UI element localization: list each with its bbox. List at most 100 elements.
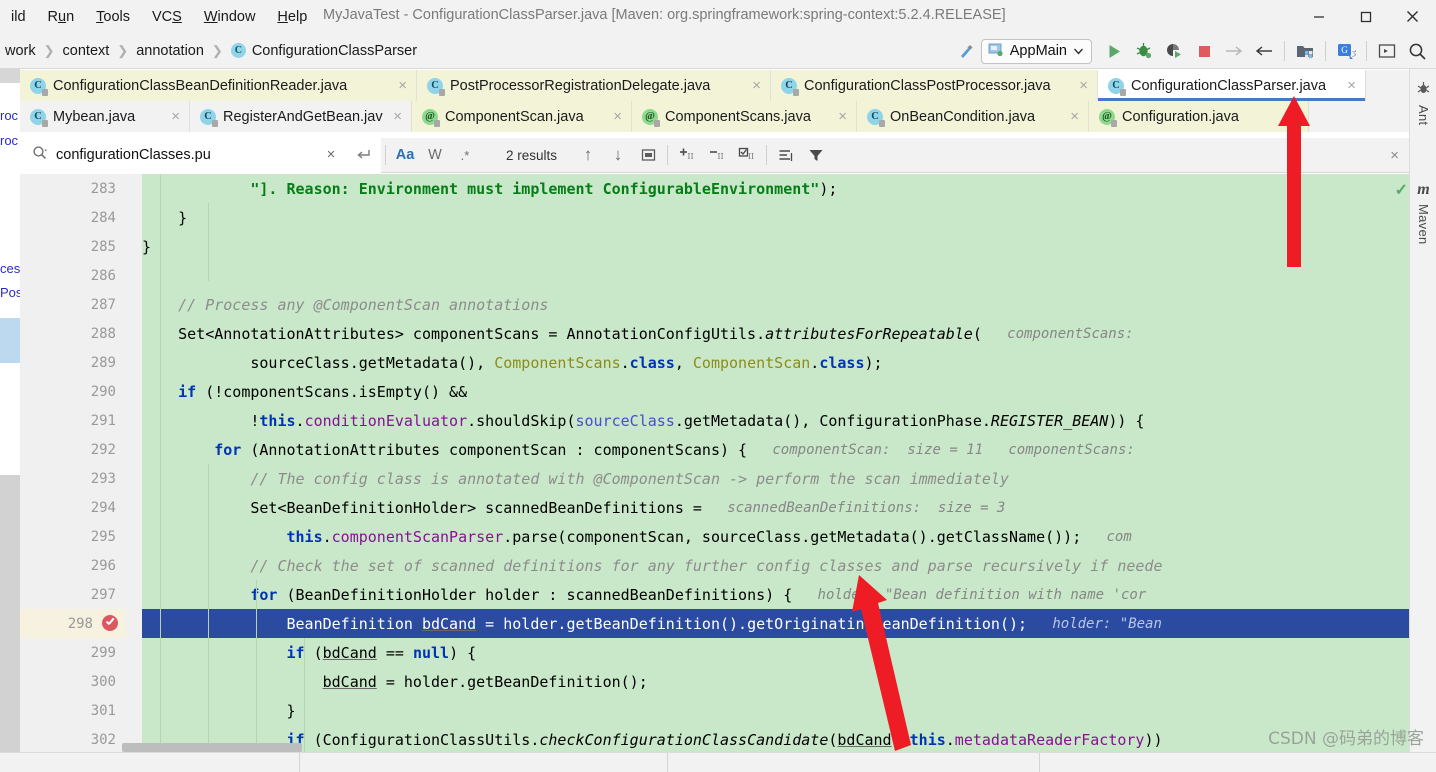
code-line[interactable]: for (AnnotationAttributes componentScan …: [142, 435, 1409, 464]
code-folding-column[interactable]: [126, 174, 245, 752]
code-line[interactable]: }: [142, 232, 1409, 261]
editor-tab-componentscans[interactable]: @ ComponentScans.java ×: [632, 101, 857, 132]
close-tab-icon[interactable]: ×: [1070, 109, 1079, 124]
forward-icon[interactable]: [1219, 33, 1249, 69]
close-icon[interactable]: [1389, 0, 1436, 33]
code-line[interactable]: if (bdCand == null) {: [142, 638, 1409, 667]
code-line[interactable]: for (BeanDefinitionHolder holder : scann…: [142, 580, 1409, 609]
run-with-coverage-icon[interactable]: [1159, 33, 1189, 69]
horizontal-scrollbar-thumb[interactable]: [122, 743, 302, 752]
editor-tab-configurationclassparser[interactable]: C ConfigurationClassParser.java ×: [1098, 70, 1366, 101]
whole-words-toggle[interactable]: W: [420, 138, 450, 173]
line-number-285[interactable]: 285: [20, 232, 126, 261]
line-number-300[interactable]: 300: [20, 667, 126, 696]
close-tab-icon[interactable]: ×: [613, 109, 622, 124]
close-tab-icon[interactable]: ×: [393, 109, 402, 124]
menu-item-tools[interactable]: Tools: [85, 5, 141, 29]
breadcrumb-item-annotation[interactable]: annotation: [133, 43, 207, 59]
code-line[interactable]: // The config class is annotated with @C…: [142, 464, 1409, 493]
find-next-button[interactable]: ↓: [603, 138, 633, 173]
close-tab-icon[interactable]: ×: [838, 109, 847, 124]
line-number-288[interactable]: 288: [20, 319, 126, 348]
code-editor[interactable]: 283 284 285 286 287 288 289 290 291 292 293 294 295 2…: [20, 174, 1409, 752]
in-selection-icon[interactable]: [771, 138, 801, 173]
code-line[interactable]: Set<BeanDefinitionHolder> scannedBeanDef…: [142, 493, 1409, 522]
filter-icon[interactable]: [801, 138, 831, 173]
code-line[interactable]: }: [142, 203, 1409, 232]
select-all-icon[interactable]: [633, 138, 663, 173]
line-number-287[interactable]: 287: [20, 290, 126, 319]
line-number-286[interactable]: 286: [20, 261, 126, 290]
stop-icon[interactable]: [1189, 33, 1219, 69]
code-line[interactable]: Set<AnnotationAttributes> componentScans…: [142, 319, 1409, 348]
remove-occurrence-icon[interactable]: II: [702, 138, 732, 173]
menu-item-window[interactable]: Window: [193, 5, 267, 29]
editor-tab-configurationclasspostprocessor[interactable]: C ConfigurationClassPostProcessor.java ×: [771, 70, 1098, 101]
line-number-292[interactable]: 292: [20, 435, 126, 464]
breadcrumb-item-class[interactable]: C ConfigurationClassParser: [228, 43, 420, 59]
line-number-284[interactable]: 284: [20, 203, 126, 232]
code-line[interactable]: }: [142, 696, 1409, 725]
inspection-status-ok-icon[interactable]: ✓: [1395, 180, 1408, 200]
line-number-283[interactable]: 283: [20, 174, 126, 203]
left-tool-panel-partial[interactable]: roc roc ces Pos: [0, 69, 20, 752]
editor-tab-componentscan[interactable]: @ ComponentScan.java ×: [412, 101, 632, 132]
run-configuration-selector[interactable]: AppMain: [980, 38, 1092, 64]
close-tab-icon[interactable]: ×: [1290, 109, 1299, 124]
line-number-295[interactable]: 295: [20, 522, 126, 551]
breakpoint-icon[interactable]: [102, 615, 118, 631]
code-line[interactable]: bdCand = holder.getBeanDefinition();: [142, 667, 1409, 696]
editor-tab-postprocessorregistrationdelegate[interactable]: C PostProcessorRegistrationDelegate.java ×: [417, 70, 771, 101]
close-tab-icon[interactable]: ×: [398, 78, 407, 93]
left-panel-text-fragment[interactable]: Pos: [0, 285, 20, 300]
line-number-298[interactable]: 298: [20, 609, 126, 638]
menu-item-vcs[interactable]: VCS: [141, 5, 193, 29]
line-number-294[interactable]: 294: [20, 493, 126, 522]
code-content[interactable]: "]. Reason: Environment must implement C…: [142, 174, 1409, 752]
line-number-293[interactable]: 293: [20, 464, 126, 493]
editor-tab-configurationclassbeandefinitionreader[interactable]: C ConfigurationClassBeanDefinitionReader.…: [20, 70, 417, 101]
code-line[interactable]: // Process any @ComponentScan annotation…: [142, 290, 1409, 319]
regex-toggle[interactable]: .*: [450, 138, 480, 173]
line-number-301[interactable]: 301: [20, 696, 126, 725]
line-number-302[interactable]: 302: [20, 725, 126, 752]
line-number-297[interactable]: 297: [20, 580, 126, 609]
close-tab-icon[interactable]: ×: [1347, 78, 1356, 93]
line-number-gutter[interactable]: 283 284 285 286 287 288 289 290 291 292 293 294 295 2…: [20, 174, 126, 752]
tool-window-ant[interactable]: Ant: [1410, 81, 1436, 125]
code-line[interactable]: [142, 261, 1409, 290]
left-panel-text-fragment[interactable]: roc: [0, 133, 18, 148]
code-line[interactable]: sourceClass.getMetadata(), ComponentScan…: [142, 348, 1409, 377]
line-number-291[interactable]: 291: [20, 406, 126, 435]
translate-icon[interactable]: G 文: [1331, 33, 1361, 69]
back-icon[interactable]: [1249, 33, 1279, 69]
project-structure-icon[interactable]: [1290, 33, 1320, 69]
editor-tab-onbeancondition[interactable]: C OnBeanCondition.java ×: [857, 101, 1089, 132]
add-occurrence-icon[interactable]: II: [672, 138, 702, 173]
menu-item-help[interactable]: Help: [266, 5, 318, 29]
line-number-296[interactable]: 296: [20, 551, 126, 580]
editor-tab-mybean[interactable]: C Mybean.java ×: [20, 101, 190, 132]
code-line[interactable]: if (ConfigurationClassUtils. checkConfigu…: [142, 725, 1409, 752]
minimize-icon[interactable]: [1295, 0, 1342, 33]
editor-tab-registerandgetbean[interactable]: C RegisterAndGetBean.java ×: [190, 101, 412, 132]
build-icon[interactable]: [951, 33, 981, 69]
left-panel-text-fragment[interactable]: ces: [0, 261, 20, 276]
line-number-289[interactable]: 289: [20, 348, 126, 377]
clear-search-icon[interactable]: ×: [315, 137, 347, 173]
search-icon[interactable]: [32, 145, 48, 166]
menu-item-ild[interactable]: ild: [0, 5, 37, 29]
terminal-icon[interactable]: [1372, 33, 1402, 69]
close-tab-icon[interactable]: ×: [1079, 78, 1088, 93]
editor-tab-configuration[interactable]: @ Configuration.java ×: [1089, 101, 1309, 132]
code-line-selected[interactable]: BeanDefinition bdCand = holder.getBeanDe…: [142, 609, 1409, 638]
breadcrumb-item-context[interactable]: context: [60, 43, 113, 59]
search-history-icon[interactable]: [347, 137, 381, 173]
match-case-toggle[interactable]: Aa: [390, 138, 420, 173]
close-tab-icon[interactable]: ×: [752, 78, 761, 93]
breadcrumb-item-work[interactable]: work: [2, 43, 39, 59]
line-number-299[interactable]: 299: [20, 638, 126, 667]
line-number-290[interactable]: 290: [20, 377, 126, 406]
close-find-bar-icon[interactable]: ×: [1390, 147, 1399, 164]
select-all-occurrences-icon[interactable]: II: [732, 138, 762, 173]
